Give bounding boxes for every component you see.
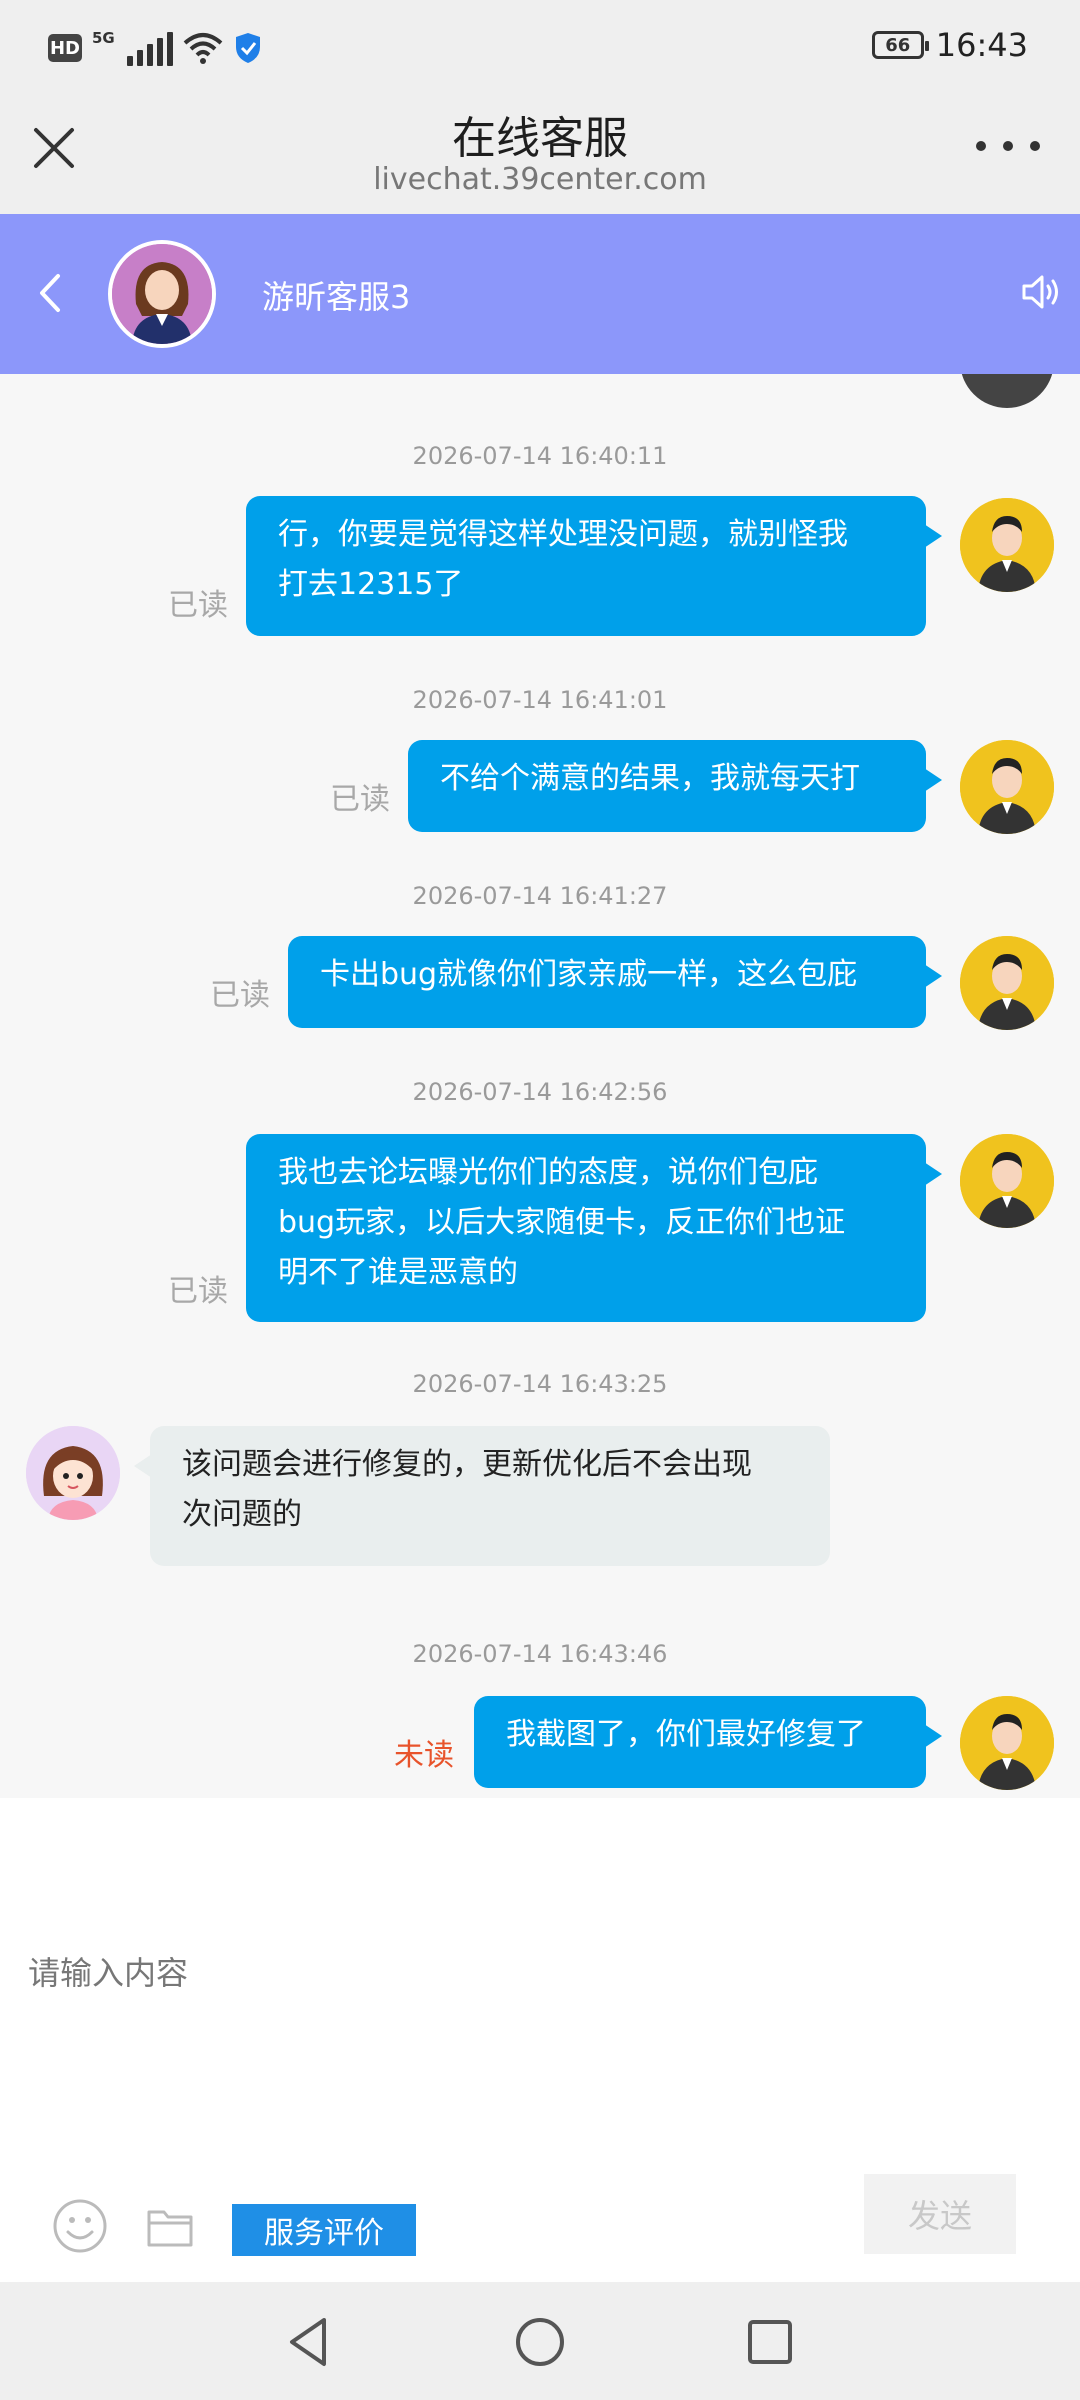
browser-bar: 在线客服 livechat.39center.com [0,96,1080,214]
system-nav-bar [0,2282,1080,2400]
agent-message-avatar [26,1426,120,1520]
message-bubble[interactable]: 卡出bug就像你们家亲戚一样，这么包庇 [288,936,942,1028]
status-bar: HD 5G 66 16:43 [0,0,1080,96]
battery-level: 66 [885,34,911,56]
message-time: 2026-07-14 16:43:46 [412,1640,668,1668]
nav-recents-icon[interactable] [740,2312,800,2372]
message-bubble[interactable]: 行，你要是觉得这样处理没问题，就别怪我 打去12315了 [246,496,942,636]
close-icon[interactable] [28,122,80,174]
service-rating-button[interactable]: 服务评价 [232,2204,416,2256]
user-avatar [960,936,1054,1030]
wifi-icon [183,33,223,64]
hd-badge: HD [48,34,82,62]
signal-icon [126,30,173,66]
nav-back-icon[interactable] [280,2312,340,2372]
message-text: 卡出bug就像你们家亲戚一样，这么包庇 [320,957,858,992]
page-title: 在线客服 [452,113,628,164]
message-text: 我截图了，你们最好修复了 [506,1717,866,1752]
send-button[interactable]: 发送 [864,2174,1016,2254]
network-type: 5G [92,29,115,47]
message-text: 不给个满意的结果，我就每天打 [440,761,860,796]
message-text: bug玩家，以后大家随便卡，反正你们也证 [278,1205,846,1240]
message-text: 打去12315了 [278,567,464,602]
folder-icon[interactable] [146,2206,194,2248]
message-text: 我也去论坛曝光你们的态度，说你们包庇 [278,1155,818,1190]
message-text: 次问题的 [182,1497,302,1532]
status-left: HD 5G [48,29,263,66]
status-right: 66 16:43 [871,26,1028,64]
speaker-icon[interactable] [1018,270,1062,314]
message-time: 2026-07-14 16:41:27 [412,882,668,910]
chat-header: 游昕客服3 [0,214,1080,374]
message-text: 该问题会进行修复的，更新优化后不会出现 [182,1447,752,1482]
message-text: 行，你要是觉得这样处理没问题，就别怪我 [278,517,848,552]
page-url: livechat.39center.com [373,162,707,197]
read-status: 已读 [210,978,270,1013]
message-bubble[interactable]: 我截图了，你们最好修复了 [474,1696,942,1788]
read-status: 已读 [330,782,390,817]
message-bubble[interactable]: 我也去论坛曝光你们的态度，说你们包庇 bug玩家，以后大家随便卡，反正你们也证 … [246,1134,942,1322]
clock: 16:43 [935,26,1028,64]
user-avatar [960,1134,1054,1228]
message-time: 2026-07-14 16:42:56 [412,1078,668,1106]
user-avatar [960,498,1054,592]
message-bubble[interactable]: 不给个满意的结果，我就每天打 [408,740,942,832]
message-time: 2026-07-14 16:40:11 [412,442,668,470]
message-text: 明不了谁是恶意的 [278,1255,518,1290]
user-avatar [960,740,1054,834]
message-time: 2026-07-14 16:41:01 [412,686,668,714]
previous-user-avatar [960,374,1054,408]
agent-avatar [108,240,216,348]
unread-status: 未读 [394,1738,454,1773]
back-icon[interactable] [30,268,70,318]
battery-icon: 66 [871,31,929,59]
nav-home-icon[interactable] [510,2312,570,2372]
read-status: 已读 [168,1274,228,1309]
message-time: 2026-07-14 16:43:25 [412,1370,668,1398]
more-menu-button[interactable] [976,126,1040,166]
agent-name: 游昕客服3 [262,278,411,316]
emoji-icon[interactable] [52,2198,108,2254]
shield-icon [235,33,260,63]
user-avatar [960,1696,1054,1790]
message-list[interactable]: 2026-07-14 16:40:11 行，你要是觉得这样处理没问题，就别怪我 … [0,374,1080,1798]
message-input[interactable]: 请输入内容 [28,1948,188,1994]
message-bubble[interactable]: 该问题会进行修复的，更新优化后不会出现 次问题的 [134,1426,830,1566]
read-status: 已读 [168,588,228,623]
input-area: 请输入内容 服务评价 发送 [0,1798,1080,2282]
